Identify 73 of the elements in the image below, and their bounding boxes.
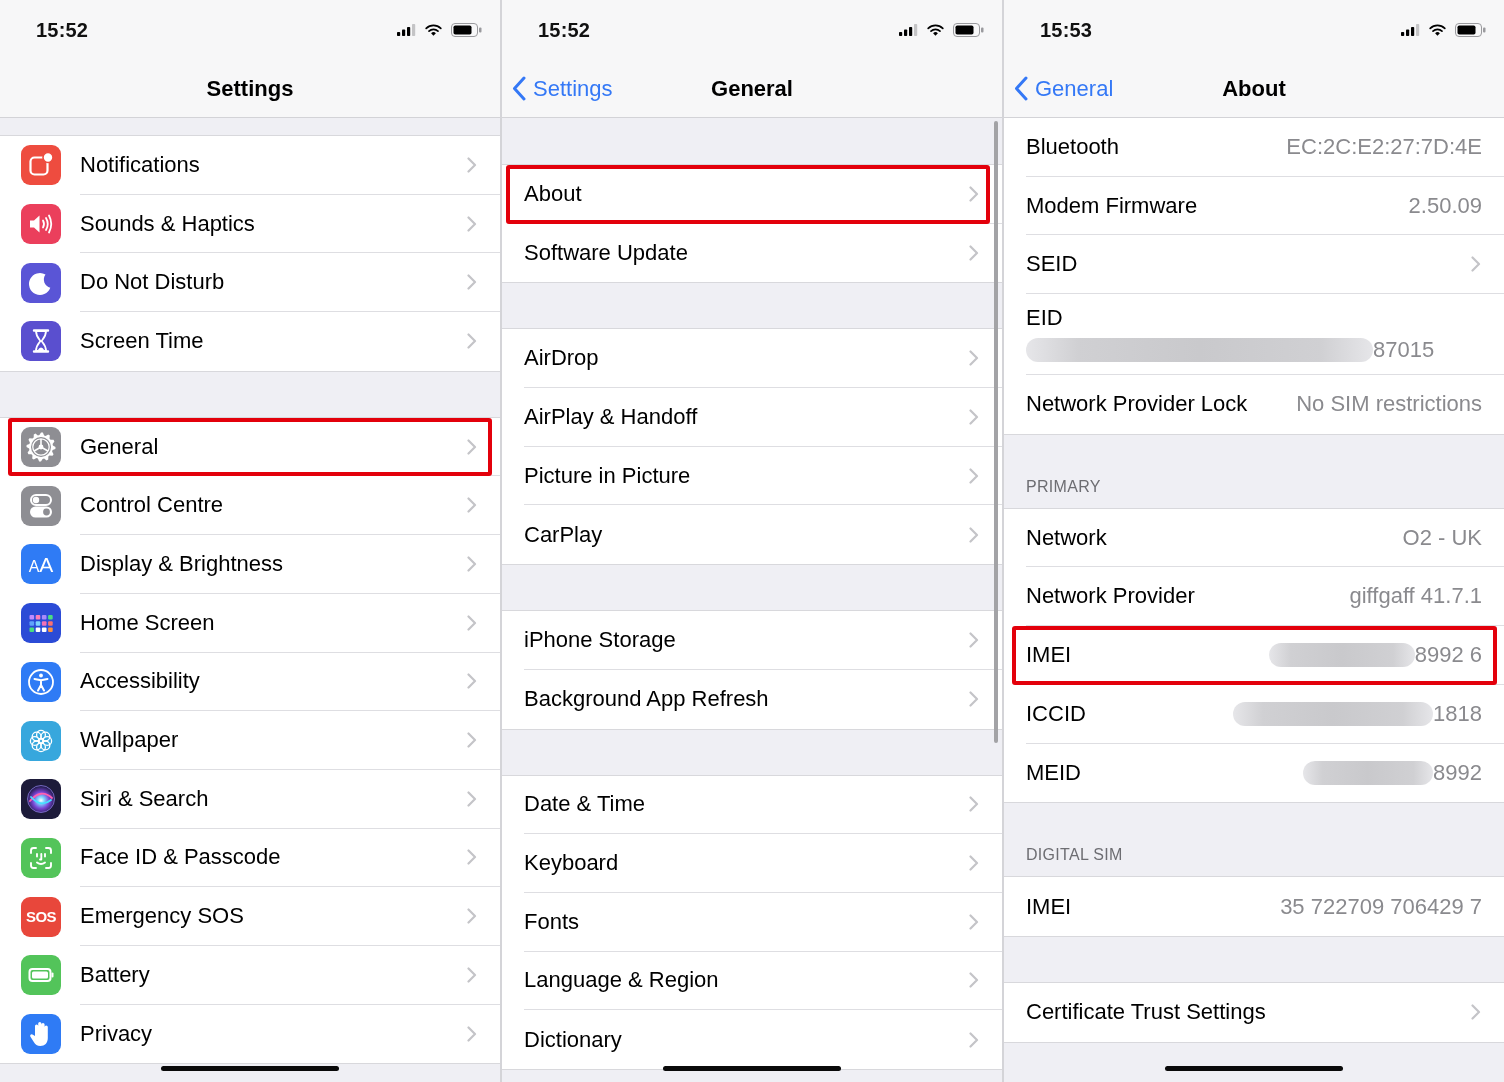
chevron-icon: [467, 555, 477, 572]
wifi-icon: [1429, 24, 1446, 36]
signal-icon: [1401, 24, 1420, 36]
chevron-icon: [969, 913, 979, 930]
text-size-icon: AA: [21, 544, 61, 585]
info-value: 1818: [1433, 700, 1482, 727]
chevron-icon: [969, 631, 979, 648]
chevron-icon: [1471, 1004, 1481, 1021]
chevron-icon: [969, 467, 979, 484]
info-value: 8992 6: [1414, 641, 1482, 668]
chevron-icon: [969, 796, 979, 813]
info-value: 87015: [1373, 337, 1435, 364]
wifi-icon: [425, 24, 442, 36]
info-label: Bluetooth: [1026, 133, 1119, 160]
chevron-icon: [467, 1025, 477, 1042]
chevron-icon: [467, 732, 477, 749]
chevron-icon: [467, 849, 477, 866]
chevron-icon: [467, 333, 477, 350]
battery-icon: [451, 23, 482, 37]
section-header: DIGITAL SIM: [1026, 846, 1123, 865]
back-chevron-icon: [1014, 76, 1028, 101]
info-label: Modem Firmware: [1026, 192, 1198, 219]
info-value: giffgaff 41.7.1: [1349, 583, 1482, 610]
nav-title: Settings: [206, 75, 294, 102]
chevron-icon: [467, 614, 477, 631]
back-button[interactable]: General: [1014, 75, 1114, 102]
chevron-icon: [969, 350, 979, 367]
chevron-icon: [467, 156, 477, 173]
signal-icon: [899, 24, 918, 36]
chevron-icon: [467, 673, 477, 690]
chevron-icon: [969, 408, 979, 425]
chevron-icon: [969, 1031, 979, 1048]
battery-icon: [1455, 23, 1486, 37]
chevron-icon: [969, 691, 979, 708]
info-value: 35 722709 706429 7: [1280, 893, 1482, 920]
info-label: Network Provider: [1026, 583, 1195, 610]
status-time: 15:52: [36, 18, 89, 42]
chevron-icon: [467, 438, 477, 455]
chevron-icon: [467, 497, 477, 514]
chevron-icon: [969, 245, 979, 262]
info-label: IMEI: [1026, 893, 1072, 920]
signal-icon: [397, 24, 416, 36]
info-value: 8992: [1433, 759, 1482, 786]
status-time: 15:53: [1040, 18, 1093, 42]
chevron-icon: [467, 908, 477, 925]
info-value: O2 - UK: [1402, 524, 1482, 551]
back-button[interactable]: Settings: [512, 75, 613, 102]
chevron-icon: [969, 855, 979, 872]
chevron-icon: [1471, 256, 1481, 273]
info-value: No SIM restrictions: [1296, 391, 1482, 418]
info-label: EID: [1026, 305, 1063, 332]
info-label: MEID: [1026, 759, 1081, 786]
nav-title: About: [1222, 75, 1286, 102]
info-label: Network: [1026, 524, 1107, 551]
section-header: PRIMARY: [1026, 477, 1101, 496]
info-label: Network Provider Lock: [1026, 391, 1248, 418]
sos-icon: SOS: [21, 896, 61, 937]
chevron-icon: [467, 790, 477, 807]
chevron-icon: [969, 185, 979, 202]
chevron-icon: [467, 966, 477, 983]
info-value: 2.50.09: [1408, 192, 1482, 219]
chevron-icon: [467, 274, 477, 291]
chevron-icon: [969, 526, 979, 543]
status-time: 15:52: [538, 18, 591, 42]
info-label: ICCID: [1026, 700, 1086, 727]
info-value: EC:2C:E2:27:7D:4E: [1286, 133, 1482, 160]
chevron-icon: [467, 215, 477, 232]
info-label: IMEI: [1026, 641, 1072, 668]
back-chevron-icon: [512, 76, 526, 101]
battery-icon: [953, 23, 984, 37]
wifi-icon: [927, 24, 944, 36]
nav-title: General: [711, 75, 793, 102]
chevron-icon: [969, 972, 979, 989]
